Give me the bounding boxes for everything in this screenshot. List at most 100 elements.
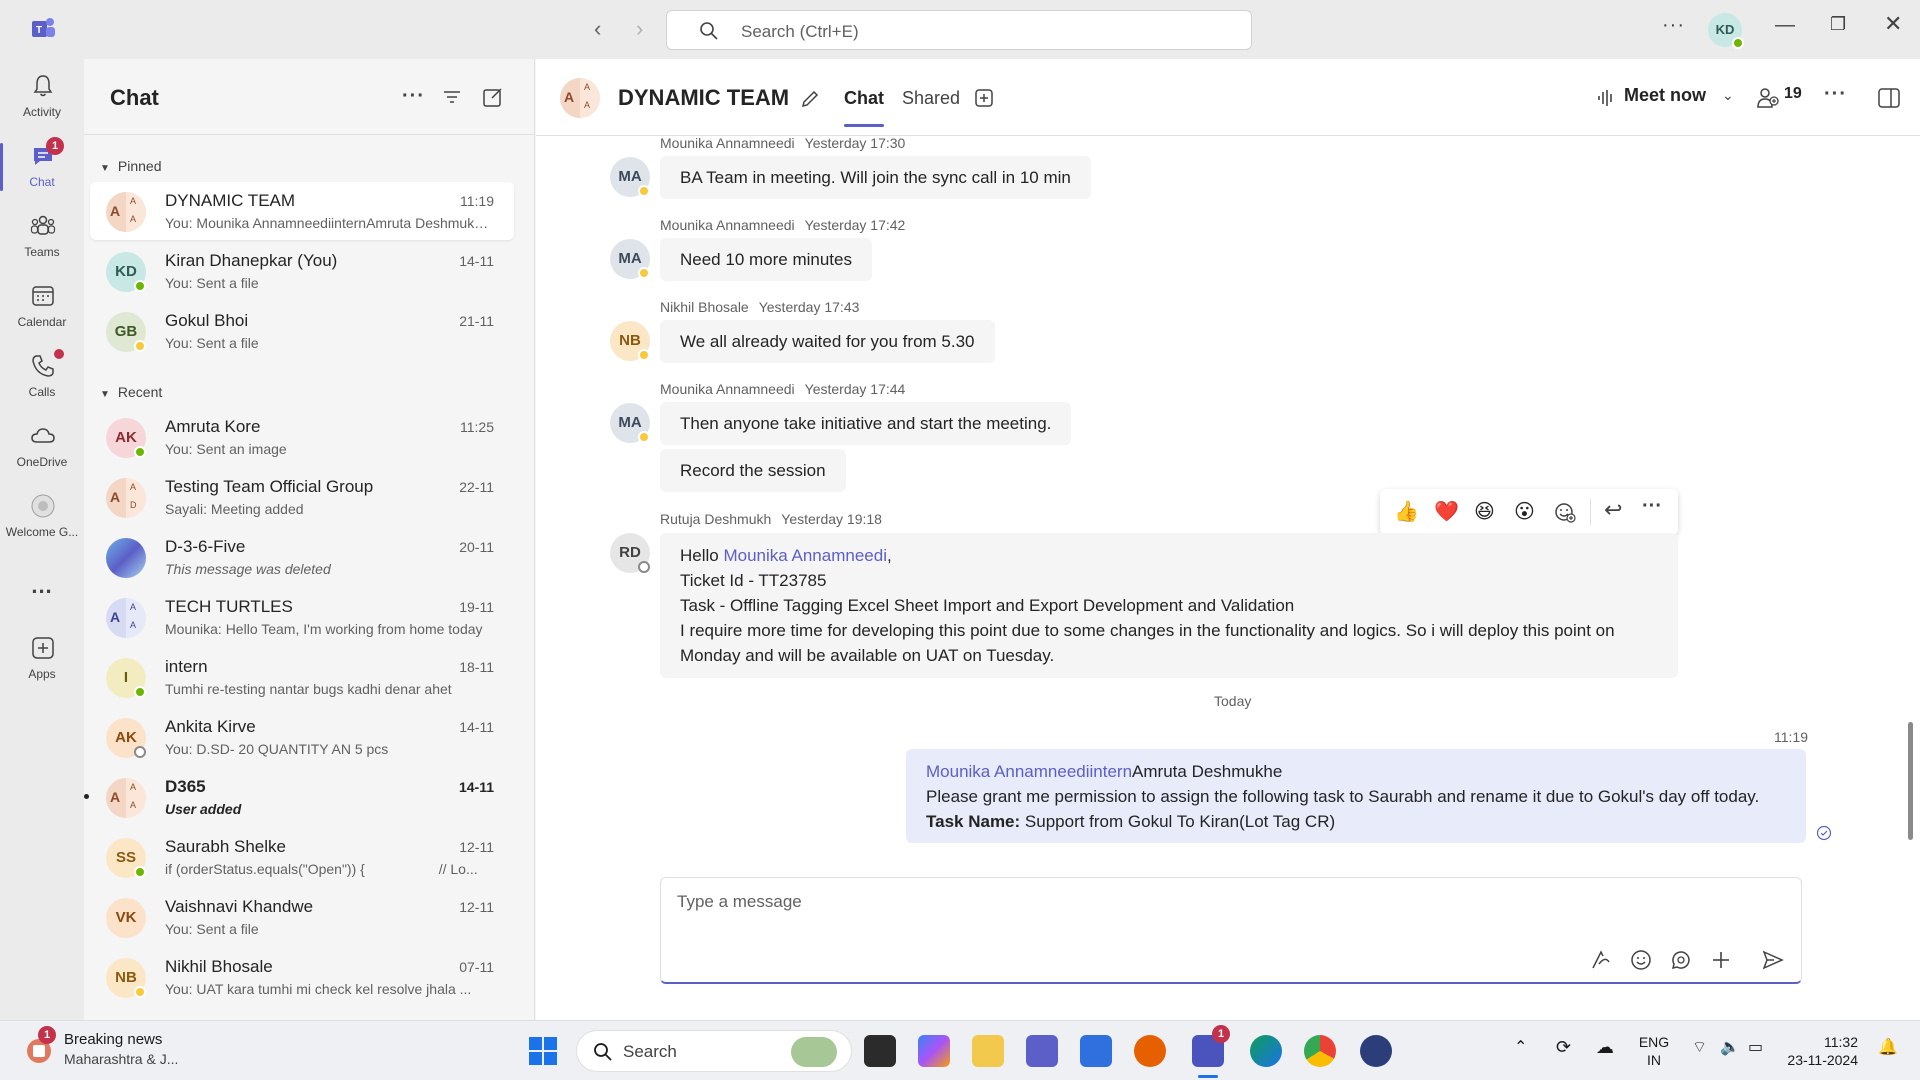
store-icon[interactable]	[1080, 1035, 1112, 1067]
rail-item-apps[interactable]: Apps	[0, 629, 84, 691]
chat-item-d-3-6-five[interactable]: D-3-6-Five This message was deleted 20-1…	[90, 528, 514, 586]
mention-link[interactable]: Mounika Annamneedi	[723, 546, 887, 565]
message-bubble[interactable]: Record the session	[660, 449, 846, 492]
edge-icon[interactable]	[1250, 1035, 1282, 1067]
rail-item-activity[interactable]: Activity	[0, 67, 84, 129]
sender-avatar[interactable]: MA	[610, 403, 650, 443]
message-bubble[interactable]: Then anyone take initiative and start th…	[660, 402, 1072, 445]
loop-component-icon[interactable]	[1669, 948, 1693, 972]
chevron-down-icon[interactable]: ⌄	[1722, 87, 1734, 104]
reply-icon[interactable]: ↩	[1604, 497, 1622, 523]
more-options-icon[interactable]: ···	[1662, 14, 1685, 37]
message-bubble[interactable]: We all already waited for you from 5.30	[660, 320, 995, 363]
plus-icon[interactable]	[1709, 948, 1733, 972]
message-bubble[interactable]: BA Team in meeting. Will join the sync c…	[660, 156, 1091, 199]
chat-item-saurabh-shelke[interactable]: SS Saurabh Shelke if (orderStatus.equals…	[90, 828, 514, 886]
chat-item-dynamic-team[interactable]: AAA DYNAMIC TEAM You: Mounika Annamneedi…	[90, 182, 514, 240]
task-view-icon[interactable]	[864, 1035, 896, 1067]
rail-item-teams[interactable]: Teams	[0, 207, 84, 269]
meet-now-button[interactable]: Meet now	[1624, 85, 1706, 106]
cloud-off-icon[interactable]: ☁	[1596, 1037, 1614, 1058]
message-bubble[interactable]: Hello Mounika Annamneedi, Ticket Id - TT…	[660, 533, 1678, 678]
region-code: IN	[1647, 1052, 1661, 1068]
firefox-icon[interactable]	[1134, 1035, 1166, 1067]
eclipse-icon[interactable]	[1360, 1035, 1392, 1067]
recent-section-header[interactable]: ▼ Recent	[100, 384, 162, 400]
wifi-icon[interactable]: ⌔	[1692, 1037, 1707, 1057]
chat-item-testing-team[interactable]: AAD Testing Team Official Group Sayali: …	[90, 468, 514, 526]
rail-item-welcome[interactable]: Welcome G...	[0, 487, 84, 549]
sender-avatar[interactable]: MA	[610, 239, 650, 279]
back-arrow-icon[interactable]: ‹	[594, 16, 601, 42]
message-input[interactable]	[677, 892, 1477, 912]
rail-item-chat[interactable]: 1 Chat	[0, 137, 84, 199]
tab-chat[interactable]: Chat	[844, 88, 884, 127]
search-input[interactable]: Search (Ctrl+E)	[666, 10, 1252, 50]
conversation-more-icon[interactable]: ···	[1824, 83, 1847, 106]
profile-avatar[interactable]: KD	[1708, 13, 1744, 49]
teams-logo-icon[interactable]: T	[28, 16, 56, 42]
taskbar-search[interactable]: Search	[576, 1030, 852, 1072]
battery-icon[interactable]: ▭	[1748, 1037, 1763, 1057]
chat-item-amruta-kore[interactable]: AK Amruta Kore You: Sent an image 11:25	[90, 408, 514, 466]
tab-shared[interactable]: Shared	[902, 88, 960, 109]
app-rail: Activity 1 Chat Teams Calendar Calls One…	[0, 59, 84, 1020]
add-reaction-icon[interactable]	[1554, 501, 1576, 523]
laugh-reaction-icon[interactable]: 😆	[1474, 499, 1495, 524]
language-indicator[interactable]: ENG IN	[1636, 1033, 1672, 1069]
chrome-icon[interactable]	[1304, 1035, 1336, 1067]
new-chat-icon[interactable]	[482, 86, 504, 108]
chat-item-d365[interactable]: AAA D365 User added 14-11	[84, 768, 514, 826]
rail-more-apps[interactable]: ...	[0, 569, 84, 609]
chat-item-tech-turtles[interactable]: AAA TECH TURTLES Mounika: Hello Team, I'…	[90, 588, 514, 646]
heart-reaction-icon[interactable]: ❤️	[1434, 499, 1459, 524]
notification-bell-icon[interactable]: 🔔	[1878, 1037, 1898, 1057]
my-message-bubble[interactable]: Mounika AnnamneediinternAmruta Deshmukhe…	[906, 749, 1806, 843]
side-panel-icon[interactable]	[1878, 88, 1900, 108]
rail-item-onedrive[interactable]: OneDrive	[0, 417, 84, 479]
windows-start-icon[interactable]	[528, 1036, 558, 1066]
surprised-reaction-icon[interactable]: 😮	[1514, 499, 1535, 524]
chat-item-vaishnavi-khandwe[interactable]: VK Vaishnavi Khandwe You: Sent a file 12…	[90, 888, 514, 946]
sender-avatar[interactable]: MA	[610, 157, 650, 197]
close-icon[interactable]: ✕	[1884, 11, 1902, 37]
pinned-section-header[interactable]: ▼ Pinned	[100, 158, 162, 174]
volume-icon[interactable]: 🔈	[1720, 1037, 1740, 1057]
copilot-icon[interactable]	[918, 1035, 950, 1067]
chat-item-nikhil-bhosale[interactable]: NB Nikhil Bhosale You: UAT kara tumhi mi…	[90, 948, 514, 1006]
scrollbar-thumb[interactable]	[1908, 722, 1913, 840]
mention-link[interactable]: Mounika Annamneedi	[926, 762, 1090, 781]
minimize-icon[interactable]: —	[1775, 14, 1795, 37]
chat-item-gokul-bhoi[interactable]: GB Gokul Bhoi You: Sent a file 21-11	[90, 302, 514, 360]
group-avatar[interactable]: AAA	[560, 78, 600, 118]
mention-link[interactable]: intern	[1090, 762, 1133, 781]
restore-icon[interactable]: ❐	[1830, 14, 1846, 35]
send-icon[interactable]	[1761, 948, 1785, 972]
filter-icon[interactable]	[442, 87, 462, 107]
forward-arrow-icon[interactable]: ›	[636, 16, 643, 42]
file-explorer-icon[interactable]	[972, 1035, 1004, 1067]
chat-item-intern[interactable]: I intern Tumhi re-testing nantar bugs ka…	[90, 648, 514, 706]
participants-count[interactable]: 19	[1784, 85, 1802, 103]
sender-avatar[interactable]: NB	[610, 321, 650, 361]
emoji-icon[interactable]	[1629, 948, 1653, 972]
news-widget[interactable]: 1 Breaking news Maharashtra & J...	[22, 1026, 222, 1072]
chat-more-options-icon[interactable]: ···	[402, 85, 425, 108]
edit-pencil-icon[interactable]	[800, 89, 820, 109]
tray-chevron-up-icon[interactable]: ⌃	[1514, 1037, 1527, 1057]
rail-item-calls[interactable]: Calls	[0, 347, 84, 409]
system-clock[interactable]: 11:32 23-11-2024	[1778, 1033, 1858, 1069]
chat-item-kiran-dhanepkar[interactable]: KD Kiran Dhanepkar (You) You: Sent a fil…	[90, 242, 514, 300]
add-tab-icon[interactable]	[974, 88, 994, 108]
sync-icon[interactable]: ⟳	[1556, 1037, 1571, 1058]
chat-item-ankita-kirve[interactable]: AK Ankita Kirve You: D.SD- 20 QUANTITY A…	[90, 708, 514, 766]
teams-taskbar-icon[interactable]	[1026, 1035, 1058, 1067]
avatar: KD	[106, 252, 146, 292]
format-icon[interactable]	[1589, 948, 1613, 972]
message-bubble[interactable]: Need 10 more minutes	[660, 238, 872, 281]
sender-avatar[interactable]: RD	[610, 533, 650, 573]
participants-icon[interactable]	[1756, 87, 1780, 109]
like-reaction-icon[interactable]: 👍	[1394, 499, 1419, 524]
rail-item-calendar[interactable]: Calendar	[0, 277, 84, 339]
message-more-icon[interactable]: ···	[1642, 495, 1662, 518]
